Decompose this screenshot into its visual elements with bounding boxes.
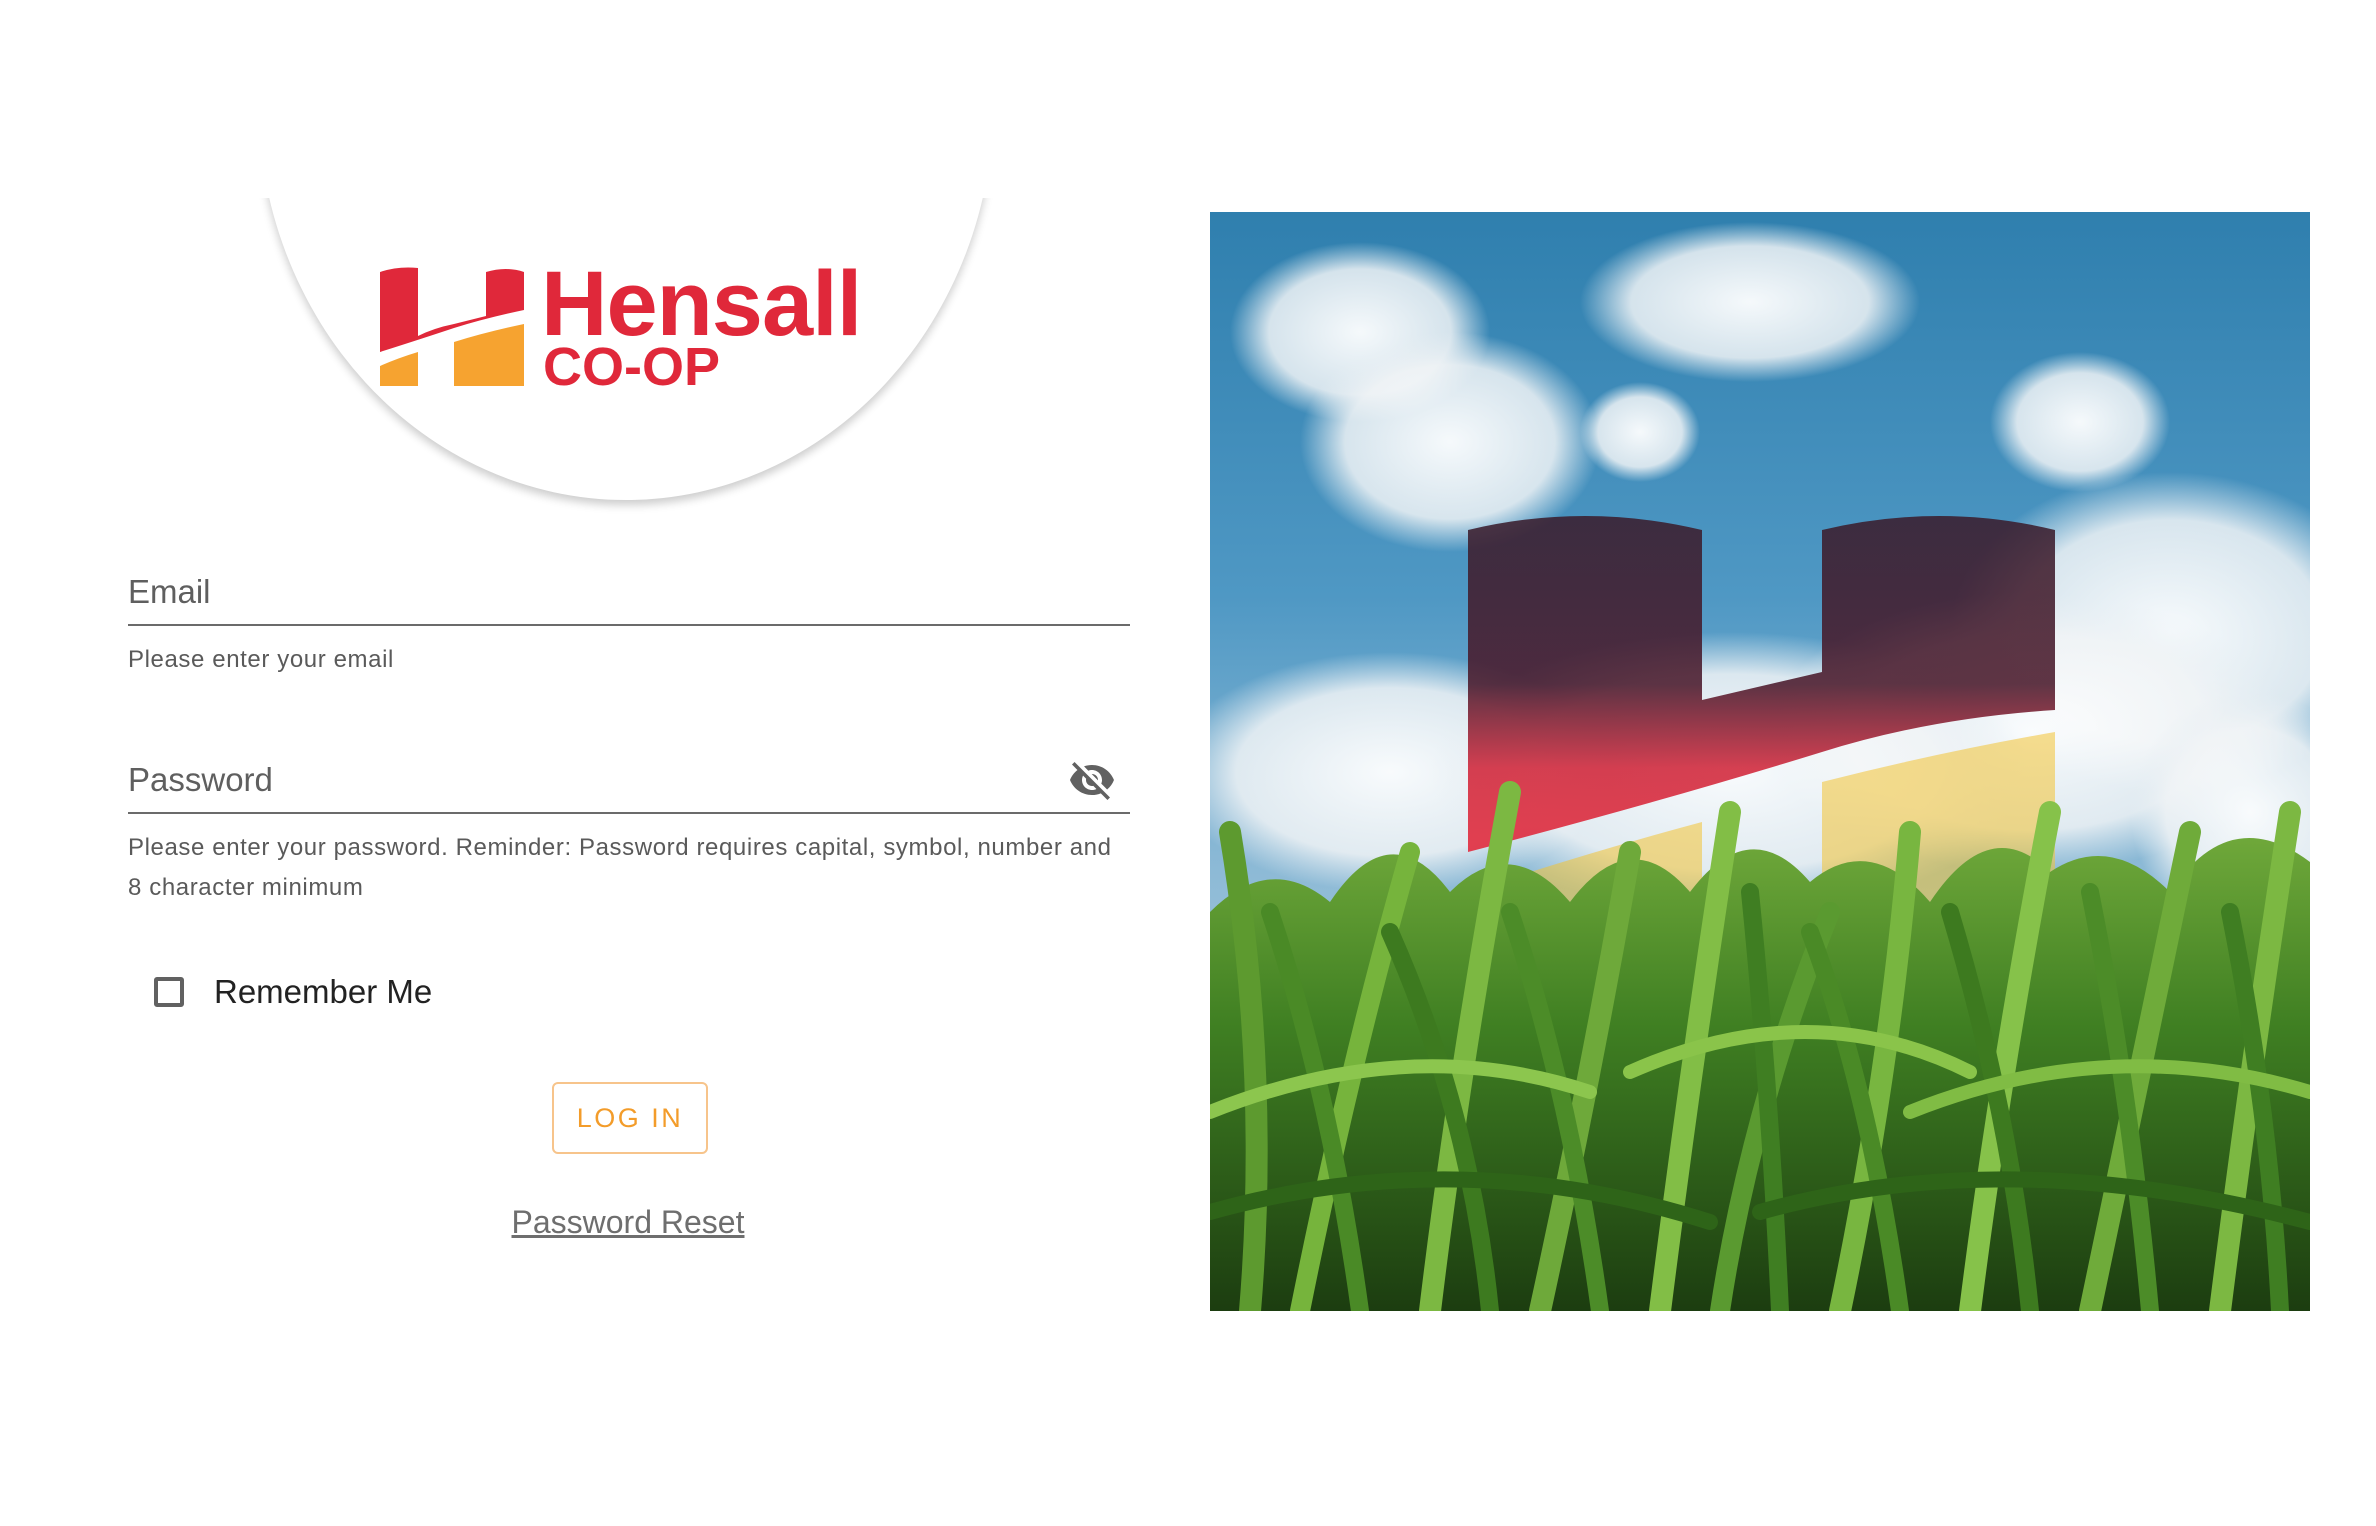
eye-off-icon bbox=[1070, 762, 1114, 800]
remember-me-label: Remember Me bbox=[214, 973, 433, 1010]
password-field-group: Please enter your password. Reminder: Pa… bbox=[128, 748, 1130, 908]
password-reset-link[interactable]: Password Reset bbox=[0, 1204, 1256, 1241]
email-input[interactable] bbox=[128, 566, 1060, 618]
remember-me-checkbox[interactable]: Remember Me bbox=[152, 966, 432, 1018]
login-button[interactable]: LOG IN bbox=[552, 1082, 708, 1154]
email-field-group: Please enter your email bbox=[128, 560, 1130, 680]
email-input-row bbox=[128, 560, 1130, 626]
logo-badge-top-mask bbox=[0, 0, 1200, 198]
password-hint: Please enter your password. Reminder: Pa… bbox=[128, 834, 1112, 901]
password-input-row bbox=[128, 748, 1130, 814]
hensall-h-logo-icon bbox=[380, 267, 524, 386]
checkbox-icon[interactable] bbox=[154, 977, 184, 1007]
toggle-password-visibility-button[interactable] bbox=[1068, 756, 1116, 804]
brand-logo: Hensall CO-OP bbox=[376, 258, 896, 398]
hero-image bbox=[1210, 212, 2310, 1311]
cornfield-sky-hero-image bbox=[1210, 212, 2310, 1311]
password-input[interactable] bbox=[128, 754, 1060, 806]
email-hint: Please enter your email bbox=[128, 646, 394, 673]
brand-subtitle: CO-OP bbox=[543, 337, 721, 397]
